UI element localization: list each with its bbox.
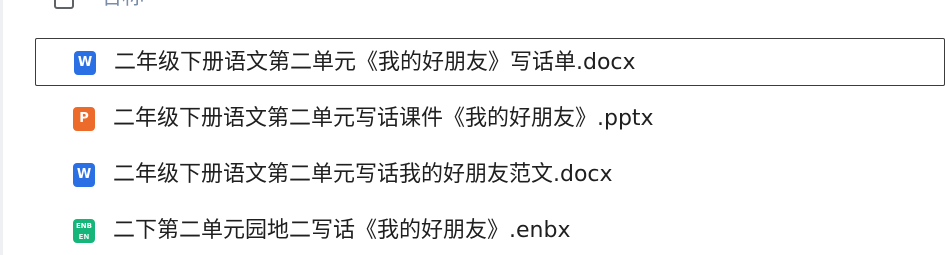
file-row[interactable]: P 二年级下册语文第二单元写话课件《我的好朋友》.pptx xyxy=(35,95,945,143)
word-doc-icon: W xyxy=(74,51,96,75)
word-doc-icon: W xyxy=(73,163,95,187)
enbx-file-icon: ENB EN xyxy=(73,219,95,243)
powerpoint-icon: P xyxy=(73,107,95,131)
file-name: 二年级下册语文第二单元写话我的好朋友范文.docx xyxy=(113,162,613,187)
file-name: 二下第二单元园地二写话《我的好朋友》.enbx xyxy=(113,218,571,243)
file-list-pane: 名称 W 二年级下册语文第二单元《我的好朋友》写话单.docx P 二年级下册语… xyxy=(0,0,945,255)
enbx-icon-bottom-text: EN xyxy=(78,233,90,241)
enbx-icon-top-text: ENB xyxy=(76,222,92,230)
file-list-header: 名称 xyxy=(0,0,945,16)
file-name: 二年级下册语文第二单元《我的好朋友》写话单.docx xyxy=(114,50,636,75)
file-row[interactable]: W 二年级下册语文第二单元写话我的好朋友范文.docx xyxy=(35,151,945,199)
file-row[interactable]: ENB EN 二下第二单元园地二写话《我的好朋友》.enbx xyxy=(35,207,945,255)
select-all-checkbox[interactable] xyxy=(54,0,74,9)
name-column-header[interactable]: 名称 xyxy=(100,0,144,10)
file-name: 二年级下册语文第二单元写话课件《我的好朋友》.pptx xyxy=(113,106,654,131)
file-row[interactable]: W 二年级下册语文第二单元《我的好朋友》写话单.docx xyxy=(35,38,945,86)
pane-left-edge xyxy=(0,0,3,255)
